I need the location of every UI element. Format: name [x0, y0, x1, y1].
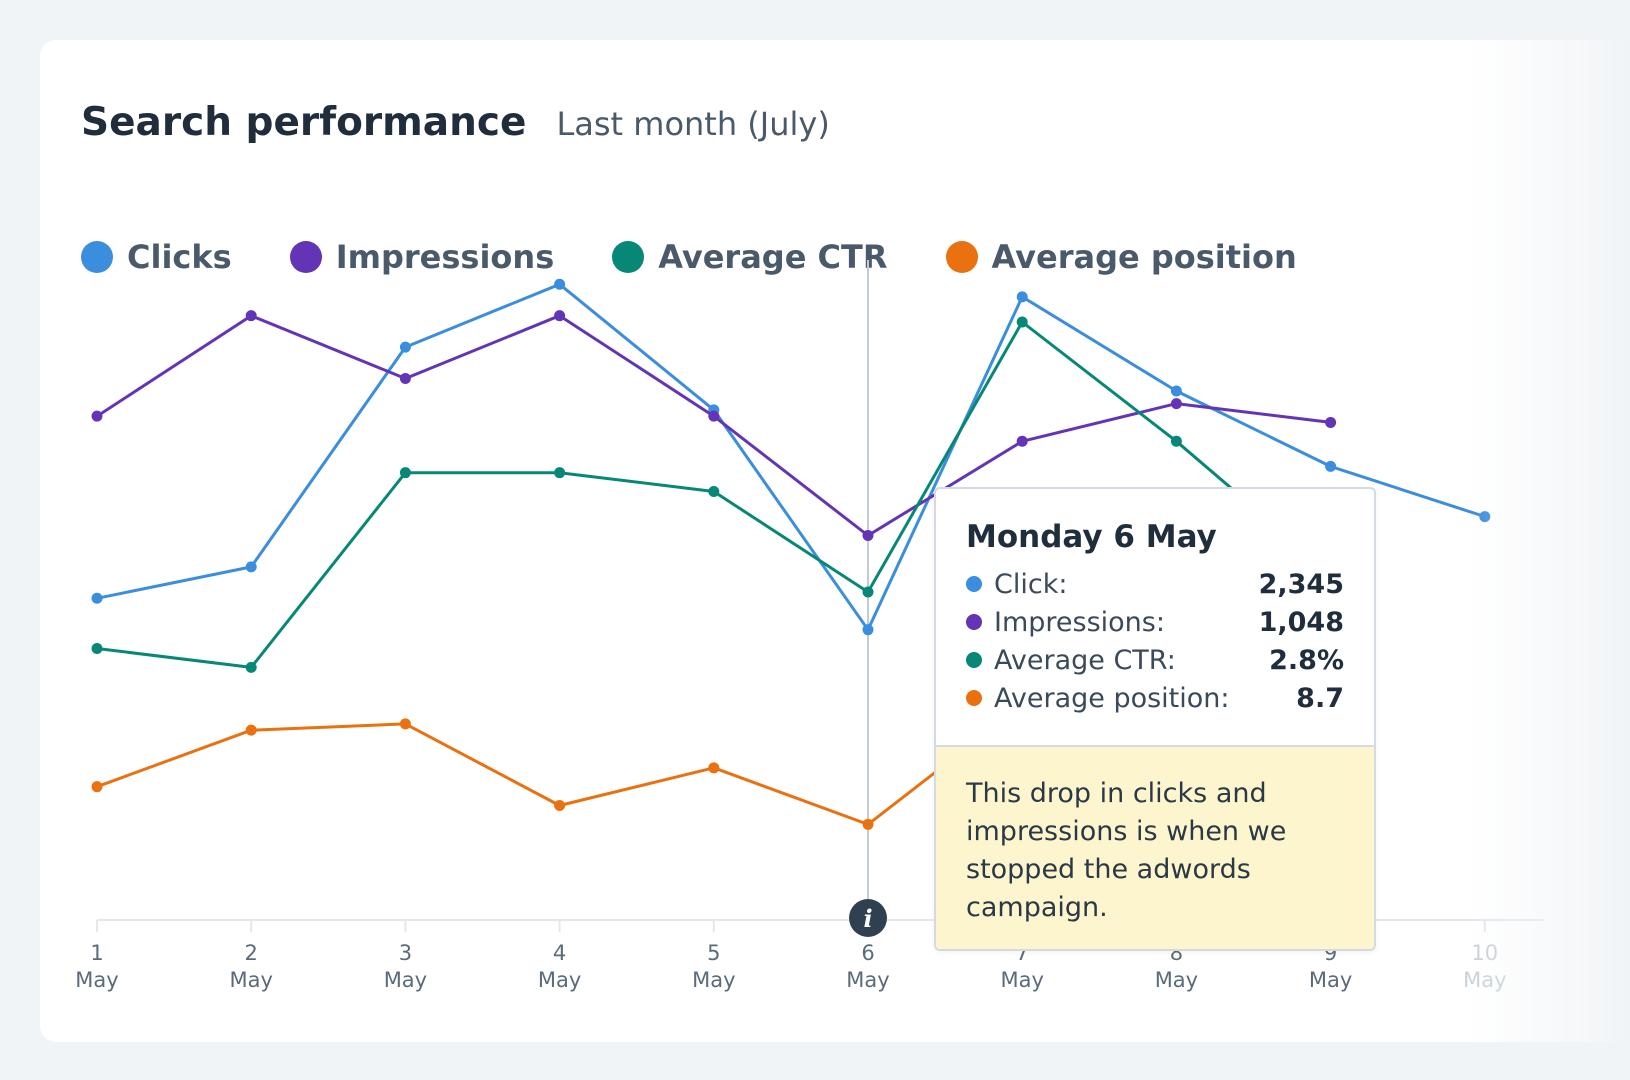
data-point-clicks: [1016, 291, 1028, 303]
data-point-average-ctr: [1016, 316, 1028, 328]
data-point-impressions: [1325, 416, 1337, 428]
search-performance-card: Search performance Last month (July) Cli…: [40, 40, 1630, 1042]
data-point-average-ctr: [862, 586, 874, 598]
data-point-average-ctr: [399, 467, 411, 479]
tooltip-label: Click:: [994, 568, 1068, 600]
data-point-average-ctr: [554, 467, 566, 479]
data-point-impressions: [1016, 435, 1028, 447]
data-point-impressions: [862, 529, 874, 541]
data-point-clicks: [1170, 385, 1182, 397]
data-point-average-position: [708, 762, 720, 774]
data-point-clicks: [1479, 511, 1491, 523]
x-tick-label-day: 3: [399, 941, 412, 965]
tooltip-date: Monday 6 May: [966, 519, 1217, 555]
x-tick-label-month: May: [1309, 968, 1352, 992]
dot-icon: [966, 652, 982, 668]
x-tick-label-day: 6: [861, 941, 874, 965]
tooltip-row-average-ctr: Average CTR: 2.8%: [966, 641, 1344, 679]
tooltip-values: Monday 6 May Click: 2,345 Impressions: 1…: [936, 489, 1374, 747]
x-tick-label-month: May: [75, 968, 118, 992]
data-point-impressions: [91, 410, 103, 422]
tooltip-value: 8.7: [1296, 682, 1344, 714]
dot-icon: [966, 576, 982, 592]
x-tick-label-day: 10: [1471, 941, 1498, 965]
x-tick-label-month: May: [846, 968, 889, 992]
line-chart: 1May2May3May4May5May6May7May8May9May10Ma…: [75, 260, 1545, 992]
x-tick-label-day: 5: [707, 941, 720, 965]
tooltip-label: Average position:: [994, 682, 1230, 714]
data-point-average-ctr: [1170, 435, 1182, 447]
data-point-average-ctr: [245, 661, 257, 673]
data-point-clicks: [399, 341, 411, 353]
x-tick-label-month: May: [229, 968, 272, 992]
tooltip-value: 2.8%: [1269, 644, 1344, 676]
x-tick-label-month: May: [1155, 968, 1198, 992]
data-point-average-position: [399, 718, 411, 730]
data-point-impressions: [708, 410, 720, 422]
x-tick-label-month: May: [538, 968, 581, 992]
data-point-average-position: [245, 724, 257, 736]
tooltip-row-average-position: Average position: 8.7: [966, 679, 1344, 717]
x-tick-label-month: May: [1463, 968, 1506, 992]
data-point-average-ctr: [91, 643, 103, 655]
data-point-clicks: [91, 592, 103, 604]
data-point-clicks: [1325, 460, 1337, 472]
data-point-average-ctr: [708, 486, 720, 498]
data-point-clicks: [862, 624, 874, 636]
data-point-impressions: [245, 310, 257, 322]
x-tick-label-month: May: [384, 968, 427, 992]
x-tick-label-month: May: [1000, 968, 1043, 992]
info-icon-glyph: i: [863, 904, 872, 933]
tooltip-value: 2,345: [1258, 568, 1344, 600]
data-point-average-position: [91, 781, 103, 793]
tooltip-value: 1,048: [1258, 606, 1344, 638]
tooltip-label: Impressions:: [994, 606, 1165, 638]
x-tick-label-day: 2: [245, 941, 258, 965]
x-tick-label-month: May: [692, 968, 735, 992]
x-tick-label-day: 4: [553, 941, 566, 965]
data-tooltip: Monday 6 May Click: 2,345 Impressions: 1…: [934, 487, 1376, 951]
data-point-clicks: [554, 278, 566, 290]
data-point-impressions: [1170, 398, 1182, 410]
dot-icon: [966, 690, 982, 706]
dot-icon: [966, 614, 982, 630]
data-point-average-position: [554, 800, 566, 812]
data-point-impressions: [554, 310, 566, 322]
tooltip-row-impressions: Impressions: 1,048: [966, 603, 1344, 641]
tooltip-label: Average CTR:: [994, 644, 1176, 676]
data-point-impressions: [399, 372, 411, 384]
data-point-average-position: [862, 818, 874, 830]
tooltip-row-clicks: Click: 2,345: [966, 565, 1344, 603]
x-tick-label-day: 1: [90, 941, 103, 965]
annotation-note: This drop in clicks and impressions is w…: [936, 747, 1374, 949]
data-point-clicks: [245, 561, 257, 573]
